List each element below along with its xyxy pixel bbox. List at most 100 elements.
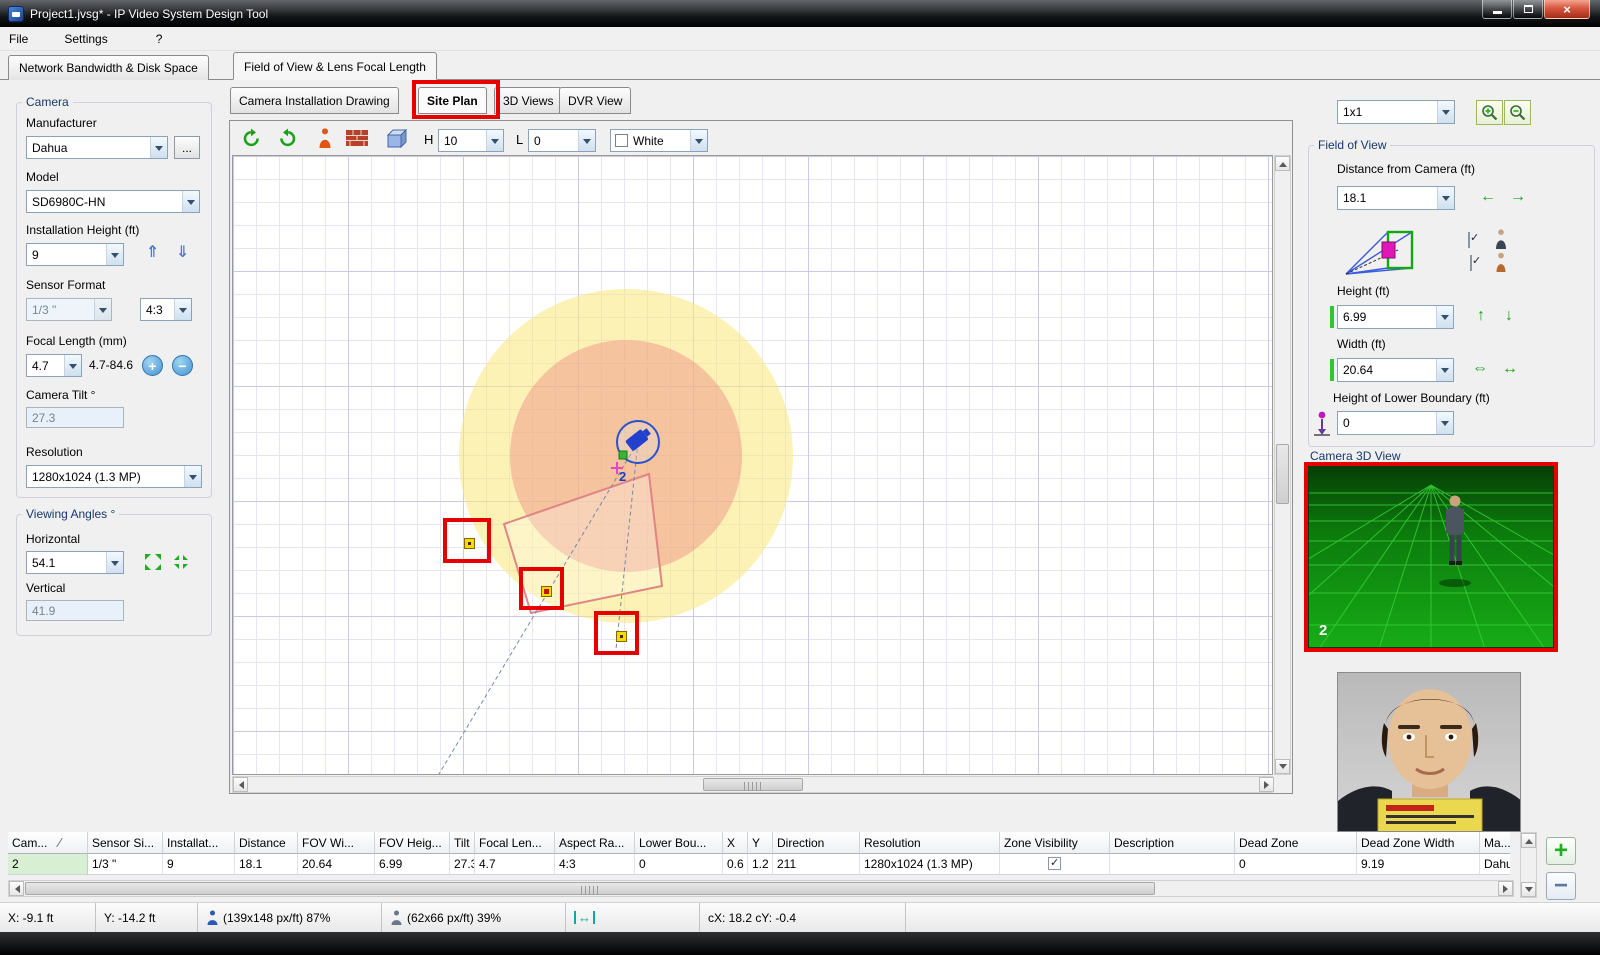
chevron-down-icon[interactable]: [106, 552, 123, 573]
column-header[interactable]: Aspect Ra...: [555, 832, 635, 854]
add-camera-button[interactable]: +: [1546, 837, 1576, 865]
menu-settings[interactable]: Settings: [55, 29, 116, 49]
show-adult-checkbox[interactable]: [1468, 232, 1470, 248]
tab-dvr-view[interactable]: DVR View: [559, 87, 631, 114]
chevron-down-icon[interactable]: [1436, 412, 1453, 434]
cell-tilt[interactable]: 27.3: [450, 854, 475, 875]
cell-sensor[interactable]: 1/3 ": [88, 854, 163, 875]
fov-height-down-icon[interactable]: ↓: [1505, 308, 1513, 324]
fov-height-up-icon[interactable]: ↑: [1477, 308, 1485, 324]
site-plan-canvas[interactable]: 2: [232, 155, 1273, 775]
chevron-down-icon[interactable]: [1437, 187, 1454, 209]
add-box-button[interactable]: [382, 126, 408, 150]
chevron-down-icon[interactable]: [182, 191, 199, 212]
scroll-down-button[interactable]: [1275, 759, 1290, 774]
column-header[interactable]: Dead Zone Width: [1357, 832, 1480, 854]
column-header[interactable]: FOV Wi...: [298, 832, 375, 854]
canvas-vscrollbar[interactable]: [1274, 155, 1291, 775]
maximize-button[interactable]: [1513, 0, 1543, 19]
cell-y[interactable]: 1.2: [748, 854, 773, 875]
aspect-ratio-select[interactable]: 4:3: [140, 298, 192, 321]
chevron-down-icon[interactable]: [184, 466, 201, 487]
rotate-right-button[interactable]: [274, 126, 300, 150]
lower-boundary-select[interactable]: 0: [1337, 411, 1454, 435]
cell-resolution[interactable]: 1280x1024 (1.3 MP): [860, 854, 1000, 875]
show-child-checkbox[interactable]: [1470, 255, 1472, 271]
height-up-icon[interactable]: ⇑: [146, 245, 159, 261]
zoom-in-button[interactable]: [1476, 100, 1503, 125]
distance-increase-icon[interactable]: →: [1510, 189, 1526, 205]
column-header[interactable]: Dead Zone: [1235, 832, 1357, 854]
menu-help[interactable]: ?: [147, 29, 172, 49]
menu-file[interactable]: File: [0, 29, 37, 49]
minimize-button[interactable]: [1482, 0, 1512, 19]
cell-description[interactable]: [1110, 854, 1235, 875]
install-height-select[interactable]: 9: [26, 243, 124, 266]
fov-height-select[interactable]: 6.99: [1337, 305, 1454, 329]
scroll-left-button[interactable]: [9, 881, 24, 896]
zone-visibility-checkbox[interactable]: [1048, 857, 1061, 870]
add-wall-button[interactable]: [344, 126, 370, 150]
fov-width-expand-icon[interactable]: ⇔: [1472, 361, 1488, 377]
cell-direction[interactable]: 211: [773, 854, 860, 875]
canvas-hscrollbar[interactable]: [232, 776, 1273, 793]
height-down-icon[interactable]: ⇓: [176, 245, 189, 261]
resolution-select[interactable]: 1280x1024 (1.3 MP): [26, 465, 202, 488]
hscroll-thumb[interactable]: [25, 882, 1155, 895]
scroll-down-button[interactable]: [1521, 882, 1536, 897]
column-header[interactable]: Cam...: [8, 832, 88, 854]
manufacturer-select[interactable]: Dahua: [26, 136, 168, 159]
column-header[interactable]: Lower Bou...: [635, 832, 723, 854]
column-header[interactable]: Sensor Si...: [88, 832, 163, 854]
browse-manufacturer-button[interactable]: ...: [174, 136, 200, 159]
column-header[interactable]: Y: [748, 832, 773, 854]
cell-zone-visibility[interactable]: [1000, 854, 1110, 875]
column-header[interactable]: Distance: [235, 832, 298, 854]
cell-installation[interactable]: 9: [163, 854, 235, 875]
remove-camera-button[interactable]: −: [1546, 872, 1576, 900]
chevron-down-icon[interactable]: [64, 355, 81, 376]
distance-decrease-icon[interactable]: ←: [1480, 189, 1496, 205]
cell-lower-boundary[interactable]: 0: [635, 854, 723, 875]
tab-network-bandwidth[interactable]: Network Bandwidth & Disk Space: [8, 55, 209, 80]
cell-dead-zone-width[interactable]: 9.19: [1357, 854, 1480, 875]
wall-height-select[interactable]: 10: [438, 129, 504, 152]
cell-fov-height[interactable]: 6.99: [375, 854, 450, 875]
chevron-down-icon[interactable]: [578, 130, 595, 151]
shrink-angle-icon[interactable]: [170, 550, 192, 574]
column-header[interactable]: Tilt: [450, 832, 475, 854]
hscroll-thumb[interactable]: [703, 778, 803, 791]
table-hscrollbar[interactable]: [8, 880, 1514, 897]
cell-camera[interactable]: 2: [8, 854, 88, 875]
zoom-out-button[interactable]: [1504, 100, 1531, 125]
chevron-down-icon[interactable]: [1436, 306, 1453, 328]
zoom-out-circle-button[interactable]: −: [172, 355, 193, 376]
wall-color-select[interactable]: White: [610, 129, 708, 152]
column-header[interactable]: Ma...: [1480, 832, 1510, 854]
table-row[interactable]: 2 1/3 " 9 18.1 20.64 6.99 27.3 4.7 4:3 0…: [8, 854, 1510, 875]
cell-fov-width[interactable]: 20.64: [298, 854, 375, 875]
column-header[interactable]: Installat...: [163, 832, 235, 854]
column-header[interactable]: Zone Visibility: [1000, 832, 1110, 854]
cell-aspect-ratio[interactable]: 4:3: [555, 854, 635, 875]
close-button[interactable]: ×: [1544, 0, 1590, 19]
chevron-down-icon[interactable]: [486, 130, 503, 151]
chevron-down-icon[interactable]: [690, 130, 707, 151]
table-vscrollbar[interactable]: [1520, 832, 1537, 898]
column-header[interactable]: Focal Len...: [475, 832, 555, 854]
horizontal-angle-select[interactable]: 54.1: [26, 551, 124, 574]
cell-dead-zone[interactable]: 0: [1235, 854, 1357, 875]
column-header[interactable]: Direction: [773, 832, 860, 854]
scroll-left-button[interactable]: [233, 777, 248, 792]
wall-lower-select[interactable]: 0: [528, 129, 596, 152]
cell-x[interactable]: 0.6: [723, 854, 748, 875]
distance-select[interactable]: 18.1: [1337, 186, 1455, 210]
fov-width-select[interactable]: 20.64: [1337, 358, 1454, 382]
column-header[interactable]: FOV Heig...: [375, 832, 450, 854]
tab-field-of-view[interactable]: Field of View & Lens Focal Length: [233, 52, 437, 80]
chevron-down-icon[interactable]: [106, 244, 123, 265]
scroll-right-button[interactable]: [1498, 881, 1513, 896]
chevron-down-icon[interactable]: [1437, 101, 1454, 123]
column-header[interactable]: Description: [1110, 832, 1235, 854]
column-header[interactable]: Resolution: [860, 832, 1000, 854]
